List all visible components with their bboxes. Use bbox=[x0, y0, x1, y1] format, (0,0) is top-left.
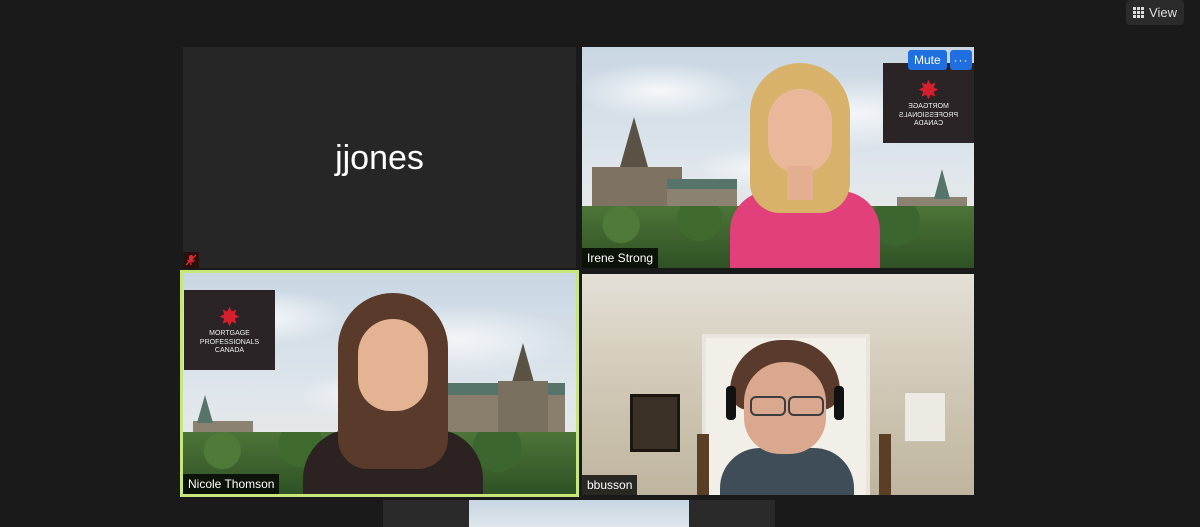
more-icon: ··· bbox=[953, 53, 969, 67]
muted-mic-icon bbox=[183, 252, 199, 268]
participant-name-tag: Nicole Thomson bbox=[183, 474, 280, 494]
grid-view-icon bbox=[1133, 7, 1145, 18]
participant-name-tag: Irene Strong bbox=[582, 248, 659, 268]
participant-tile-irene-strong[interactable]: ✸ MORTGAGE PROFESSIONALS CANADA Mute ···… bbox=[582, 47, 974, 268]
participant-tile-nicole-thomson[interactable]: ✸ MORTGAGE PROFESSIONALS CANADA Nicole T… bbox=[180, 270, 579, 497]
video-feed bbox=[582, 274, 974, 495]
mute-participant-button[interactable]: Mute bbox=[908, 50, 947, 70]
person-silhouette bbox=[273, 289, 503, 494]
participant-tile-bbusson[interactable]: bbusson bbox=[582, 274, 974, 495]
video-feed bbox=[469, 500, 689, 527]
person-silhouette bbox=[712, 338, 862, 495]
participant-tile-partial[interactable] bbox=[383, 500, 775, 527]
company-logo: ✸ MORTGAGE PROFESSIONALS CANADA bbox=[883, 63, 974, 143]
view-label: View bbox=[1149, 5, 1177, 20]
person-silhouette bbox=[692, 61, 912, 268]
participant-name-tag: bbusson bbox=[582, 475, 638, 495]
company-logo: ✸ MORTGAGE PROFESSIONALS CANADA bbox=[184, 290, 275, 370]
more-options-button[interactable]: ··· bbox=[950, 50, 972, 70]
participant-tile-jjones[interactable]: jjones bbox=[183, 47, 576, 268]
participant-name-large: jjones bbox=[335, 139, 424, 177]
view-button[interactable]: View bbox=[1126, 0, 1184, 25]
